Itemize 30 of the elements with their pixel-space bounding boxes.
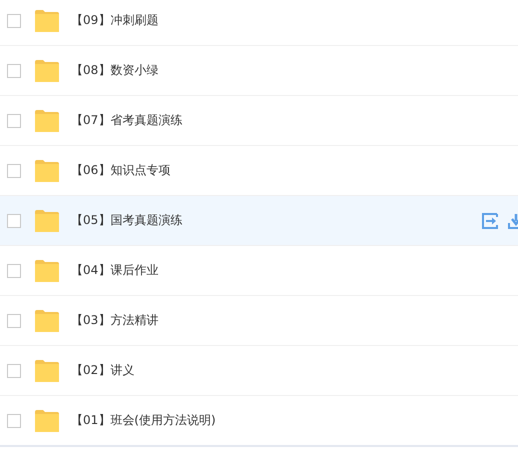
checkbox[interactable] (7, 64, 21, 78)
checkbox[interactable] (7, 364, 21, 378)
folder-icon (35, 210, 59, 232)
folder-icon (35, 410, 59, 432)
download-icon[interactable] (508, 213, 518, 229)
folder-name[interactable]: 【06】知识点专项 (71, 162, 170, 179)
folder-icon (35, 110, 59, 132)
checkbox[interactable] (7, 214, 21, 228)
folder-icon (35, 360, 59, 382)
folder-icon (35, 10, 59, 32)
checkbox[interactable] (7, 164, 21, 178)
file-row[interactable]: 【05】国考真题演练 (0, 196, 518, 246)
checkbox[interactable] (7, 14, 21, 28)
folder-name[interactable]: 【09】冲刺刷题 (71, 12, 158, 29)
folder-icon (35, 260, 59, 282)
folder-icon (35, 310, 59, 332)
folder-name[interactable]: 【01】班会(使用方法说明) (71, 412, 216, 429)
folder-icon (35, 60, 59, 82)
folder-name[interactable]: 【02】讲义 (71, 362, 134, 379)
folder-name[interactable]: 【08】数资小绿 (71, 62, 158, 79)
folder-name[interactable]: 【03】方法精讲 (71, 312, 158, 329)
checkbox[interactable] (7, 114, 21, 128)
checkbox[interactable] (7, 414, 21, 428)
folder-name[interactable]: 【04】课后作业 (71, 262, 158, 279)
share-icon[interactable] (482, 213, 498, 229)
folder-name[interactable]: 【07】省考真题演练 (71, 112, 182, 129)
folder-name[interactable]: 【05】国考真题演练 (71, 212, 182, 229)
checkbox[interactable] (7, 314, 21, 328)
checkbox[interactable] (7, 264, 21, 278)
folder-icon (35, 160, 59, 182)
